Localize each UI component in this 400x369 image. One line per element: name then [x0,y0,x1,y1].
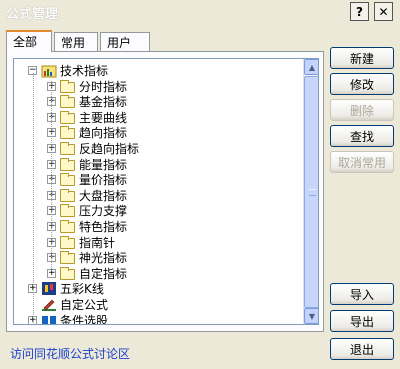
folder-icon [60,79,75,93]
find-button-label: 查找 [349,129,374,144]
tree-node[interactable]: + 基金指标 [14,94,303,110]
candle-icon [41,281,57,296]
edit-button-label: 修改 [349,77,374,92]
folder-icon [60,204,75,218]
import-button[interactable]: 导入 [330,283,394,305]
tree-node[interactable]: + 能量指标 [14,157,303,173]
folder-icon [60,157,75,171]
tree-node-label: 压力支撑 [79,204,128,219]
tree-node[interactable]: + 五彩K线 [14,281,303,297]
tree-node-label: 指南针 [79,235,116,250]
scroll-thumb[interactable] [304,76,318,308]
tree-node-label: 特色指标 [79,220,128,234]
formula-tree[interactable]: − 技术指标 + 分时指标 + 基金指标 + 主要曲线 + 趋向指标 + 反趋向指标 + 能量指标 + 量价指… [13,58,319,325]
help-button[interactable]: ? [350,2,369,21]
tree-node[interactable]: + 反趋向指标 [14,141,303,157]
tree-node[interactable]: + 主要曲线 [14,110,303,126]
tab-user[interactable]: 用户 [100,32,150,51]
window-title: 公式管理 [6,7,59,22]
tree-guide-line [51,81,52,271]
help-icon: ? [356,4,363,19]
new-button[interactable]: 新建 [330,47,394,69]
folder-icon [60,188,75,202]
tree-node-label: 主要曲线 [79,110,128,125]
tree-node[interactable]: + 特色指标 [14,219,303,235]
tree-node-label: 自定指标 [79,266,128,281]
export-button[interactable]: 导出 [330,310,394,332]
uncommon-button[interactable]: 取消常用 [330,151,394,173]
tree-node-label: 五彩K线 [60,282,104,297]
grip-icon [309,189,316,196]
stock-pick-icon [41,313,57,324]
tree-rows: − 技术指标 + 分时指标 + 基金指标 + 主要曲线 + 趋向指标 + 反趋向指标 + 能量指标 + 量价指… [14,59,303,324]
find-button[interactable]: 查找 [330,125,394,147]
tree-node-label: 神光指标 [79,251,128,266]
folder-icon [60,142,75,155]
delete-button[interactable]: 删除 [330,99,394,121]
tab-panel: − 技术指标 + 分时指标 + 基金指标 + 主要曲线 + 趋向指标 + 反趋向指标 + 能量指标 + 量价指… [6,51,324,332]
exit-button-label: 退出 [349,342,374,357]
tree-node-label: 基金指标 [79,95,128,110]
close-button[interactable]: ✕ [374,2,393,21]
tree-node[interactable]: + 趋向指标 [14,125,303,141]
tree-node-root[interactable]: − 技术指标 [14,63,303,79]
forum-link[interactable]: 访问同花顺公式讨论区 [10,345,130,362]
uncommon-button-label: 取消常用 [337,155,386,170]
tree-node-label: 反趋向指标 [79,142,140,156]
folder-icon [60,110,75,124]
tree-node[interactable]: + 压力支撑 [14,203,303,219]
tab-common-label: 常用 [61,36,86,50]
folder-icon [60,266,75,280]
folder-icon [60,95,75,109]
folder-icon [60,220,75,233]
new-button-label: 新建 [349,51,374,66]
chevron-up-icon: ▲ [308,62,316,72]
tree-node[interactable]: + 条件选股 [14,313,303,324]
pencil-icon [41,297,57,312]
tree-node-label: 趋向指标 [79,126,128,141]
scroll-down-button[interactable]: ▼ [304,308,318,324]
folder-icon [60,126,75,140]
tree-node-label: 条件选股 [60,313,109,324]
tree-node-label: 能量指标 [79,157,128,172]
tree-node[interactable]: + 指南针 [14,235,303,251]
delete-button-label: 删除 [349,103,374,118]
tree-node-label: 分时指标 [79,79,128,94]
tree-node[interactable]: + 分时指标 [14,79,303,95]
tab-all-label: 全部 [13,35,38,49]
tab-all[interactable]: 全部 [6,30,52,52]
exit-button[interactable]: 退出 [330,338,394,360]
tree-node[interactable]: 自定公式 [14,297,303,313]
edit-button[interactable]: 修改 [330,73,394,95]
tab-common[interactable]: 常用 [54,32,98,51]
import-button-label: 导入 [349,287,374,302]
scroll-up-button[interactable]: ▲ [304,59,318,75]
tree-node[interactable]: + 量价指标 [14,172,303,188]
tree-scrollbar[interactable]: ▲ ▼ [303,59,318,324]
chart-folder-icon [41,63,57,78]
tree-node-label: 大盘指标 [79,188,128,203]
tree-node[interactable]: + 自定指标 [14,266,303,282]
folder-icon [60,235,75,249]
tree-node-label: 技术指标 [60,64,109,78]
tree-node-label: 自定公式 [60,298,109,312]
tree-node[interactable]: + 大盘指标 [14,188,303,204]
tree-node-label: 量价指标 [79,173,128,188]
tree-guide-line [33,73,34,323]
tab-user-label: 用户 [107,36,132,50]
chevron-down-icon: ▼ [308,311,316,321]
export-button-label: 导出 [349,314,374,329]
folder-icon [60,251,75,265]
title-bar: 公式管理 ? ✕ [0,0,400,24]
folder-icon [60,173,75,187]
tree-node[interactable]: + 神光指标 [14,250,303,266]
close-icon: ✕ [378,4,389,19]
